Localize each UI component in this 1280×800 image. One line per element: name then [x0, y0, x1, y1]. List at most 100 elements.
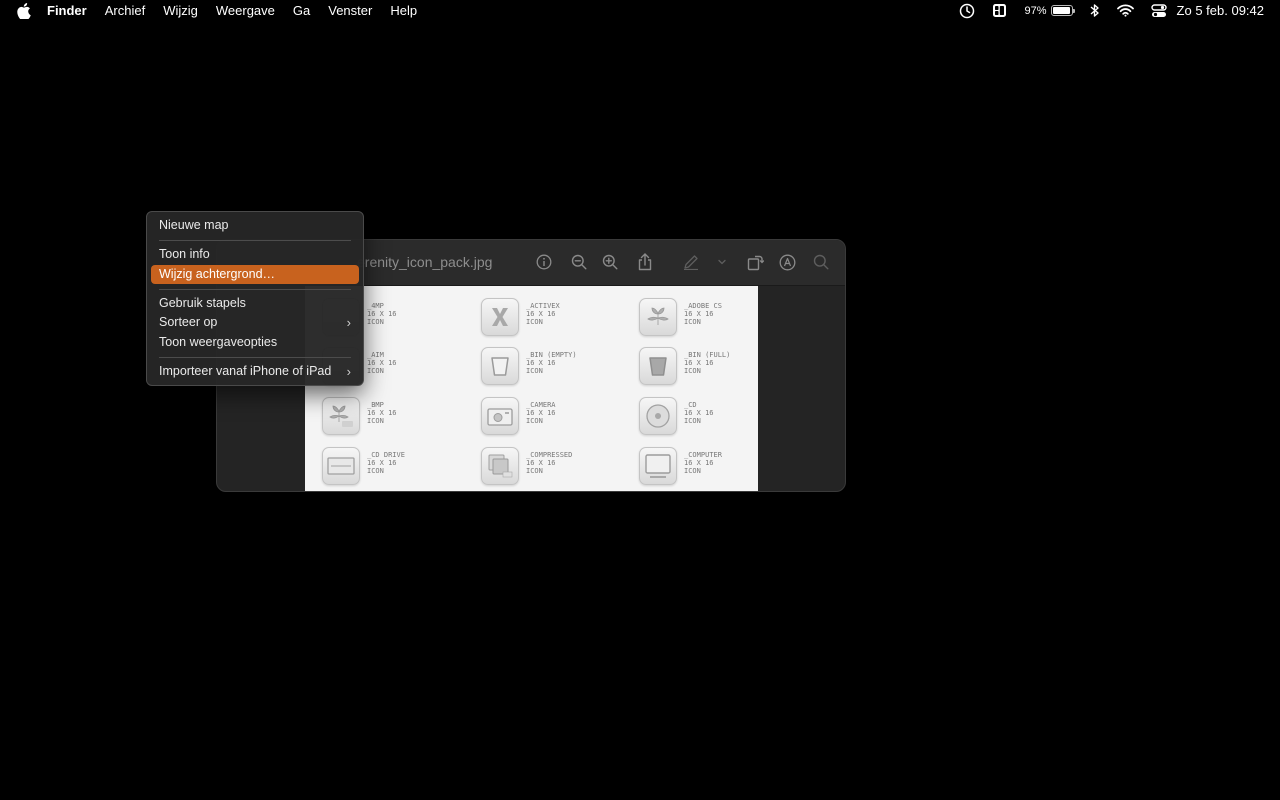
icon-size: 16 x 16: [367, 359, 397, 367]
icon-name: _CAMERA: [526, 401, 556, 409]
icon-type: ICON: [526, 417, 543, 425]
bin-full-icon: [639, 347, 677, 385]
menu-item-change-background[interactable]: Wijzig achtergrond…: [151, 264, 359, 284]
rotate-icon[interactable]: [746, 253, 764, 271]
icon-size: 16 x 16: [367, 459, 397, 467]
icon-type: ICON: [526, 467, 543, 475]
markup-pen-icon[interactable]: [682, 253, 700, 271]
icon-size: 16 x 16: [367, 310, 397, 318]
icon-name: _BMP: [367, 401, 384, 409]
menu-weergave[interactable]: Weergave: [216, 3, 275, 18]
icon-type: ICON: [367, 417, 384, 425]
icon-type: ICON: [526, 367, 543, 375]
menu-separator: [159, 356, 351, 358]
menu-clock[interactable]: Zo 5 feb. 09:42: [1177, 3, 1264, 18]
icon-name: _COMPUTER: [684, 451, 722, 459]
control-center-icon[interactable]: [1150, 3, 1167, 18]
icon-name: _ADOBE CS: [684, 302, 722, 310]
icon-type: ICON: [684, 417, 701, 425]
apple-logo-icon[interactable]: [17, 2, 31, 19]
menu-bar: Finder Archief Wijzig Weergave Ga Venste…: [0, 0, 1280, 21]
icon-name: _AIM: [367, 351, 384, 359]
window-title: erenity_icon_pack.jpg: [357, 254, 493, 270]
menu-item-label: Importeer vanaf iPhone of iPad: [159, 363, 332, 378]
icon-name: _CD: [684, 401, 697, 409]
menu-item-label: Sorteer op: [159, 315, 218, 329]
compressed-icon: [481, 447, 519, 485]
icon-pack-cell: _BIN (EMPTY) 16 x 16 ICON: [481, 347, 631, 393]
menu-item-new-folder[interactable]: Nieuwe map: [151, 216, 359, 236]
clock-icon[interactable]: [959, 3, 975, 19]
zoom-out-icon[interactable]: [570, 253, 588, 271]
icon-type: ICON: [367, 367, 384, 375]
icon-name: _ACTIVEX: [526, 302, 560, 310]
menu-item-import-iphone[interactable]: Importeer vanaf iPhone of iPad ›: [151, 362, 359, 382]
icon-pack-cell: _CD DRIVE 16 x 16 ICON: [322, 447, 472, 491]
icon-size: 16 x 16: [684, 409, 714, 417]
chevron-right-icon: ›: [346, 363, 351, 379]
icon-size: 16 x 16: [367, 409, 397, 417]
image-canvas: _4MP 16 x 16 ICON _ACTIVEX 16 x 16 ICON _ADO…: [305, 286, 758, 491]
leaf-icon: [639, 298, 677, 336]
icon-size: 16 x 16: [526, 459, 556, 467]
icon-size: 16 x 16: [684, 459, 714, 467]
icon-type: ICON: [367, 318, 384, 326]
cd-icon: [639, 397, 677, 435]
icon-pack-cell: _COMPRESSED 16 x 16 ICON: [481, 447, 631, 491]
icon-type: ICON: [684, 467, 701, 475]
icon-size: 16 x 16: [526, 359, 556, 367]
icon-name: _CD DRIVE: [367, 451, 405, 459]
battery-fill: [1052, 7, 1070, 14]
activex-icon: [481, 298, 519, 336]
camera-icon: [481, 397, 519, 435]
menu-item-view-options[interactable]: Toon weergaveopties: [151, 333, 359, 353]
icon-type: ICON: [367, 467, 384, 475]
menu-ga[interactable]: Ga: [293, 3, 310, 18]
icon-pack-cell: _BIN (FULL) 16 x 16 ICON: [639, 347, 758, 393]
icon-type: ICON: [526, 318, 543, 326]
status-area: 97% Zo 5 feb. 09:42: [942, 0, 1264, 21]
annotate-icon[interactable]: [778, 253, 796, 271]
bin-empty-icon: [481, 347, 519, 385]
icon-size: 16 x 16: [526, 310, 556, 318]
info-icon[interactable]: [535, 253, 553, 271]
icon-pack-cell: _ADOBE CS 16 x 16 ICON: [639, 298, 758, 344]
icon-size: 16 x 16: [684, 359, 714, 367]
bmp-leaf-icon: [322, 397, 360, 435]
icon-pack-cell: _ACTIVEX 16 x 16 ICON: [481, 298, 631, 344]
menu-separator: [159, 240, 351, 241]
menu-item-use-stacks[interactable]: Gebruik stapels: [151, 294, 359, 314]
share-icon[interactable]: [636, 253, 654, 271]
computer-icon: [639, 447, 677, 485]
search-icon[interactable]: [812, 253, 830, 271]
icon-type: ICON: [684, 367, 701, 375]
menu-item-sort-by[interactable]: Sorteer op ›: [151, 313, 359, 333]
stage-manager-icon[interactable]: [992, 3, 1007, 18]
menu-finder[interactable]: Finder: [47, 3, 87, 18]
cd-drive-icon: [322, 447, 360, 485]
chevron-down-icon[interactable]: [713, 253, 731, 271]
icon-pack-cell: _COMPUTER 16 x 16 ICON: [639, 447, 758, 491]
icon-pack-cell: _BMP 16 x 16 ICON: [322, 397, 472, 443]
icon-pack-cell: _CD 16 x 16 ICON: [639, 397, 758, 443]
chevron-right-icon: ›: [346, 315, 351, 330]
icon-name: _COMPRESSED: [526, 451, 573, 459]
wifi-icon[interactable]: [1116, 4, 1134, 17]
icon-size: 16 x 16: [526, 409, 556, 417]
menu-help[interactable]: Help: [390, 3, 417, 18]
zoom-in-icon[interactable]: [601, 253, 619, 271]
bluetooth-icon[interactable]: [1090, 3, 1100, 18]
battery-icon[interactable]: [1050, 5, 1075, 16]
icon-size: 16 x 16: [684, 310, 714, 318]
desktop-context-menu: Nieuwe map Toon info Wijzig achtergrond……: [146, 211, 364, 386]
menu-archief[interactable]: Archief: [105, 3, 145, 18]
menu-venster[interactable]: Venster: [328, 3, 372, 18]
menu-separator: [159, 288, 351, 290]
menu-item-get-info[interactable]: Toon info: [151, 245, 359, 265]
icon-name: _4MP: [367, 302, 384, 310]
battery-percent: 97%: [1024, 4, 1047, 17]
icon-pack-cell: _CAMERA 16 x 16 ICON: [481, 397, 631, 443]
icon-type: ICON: [684, 318, 701, 326]
menu-wijzig[interactable]: Wijzig: [163, 3, 198, 18]
icon-name: _BIN (EMPTY): [526, 351, 577, 359]
